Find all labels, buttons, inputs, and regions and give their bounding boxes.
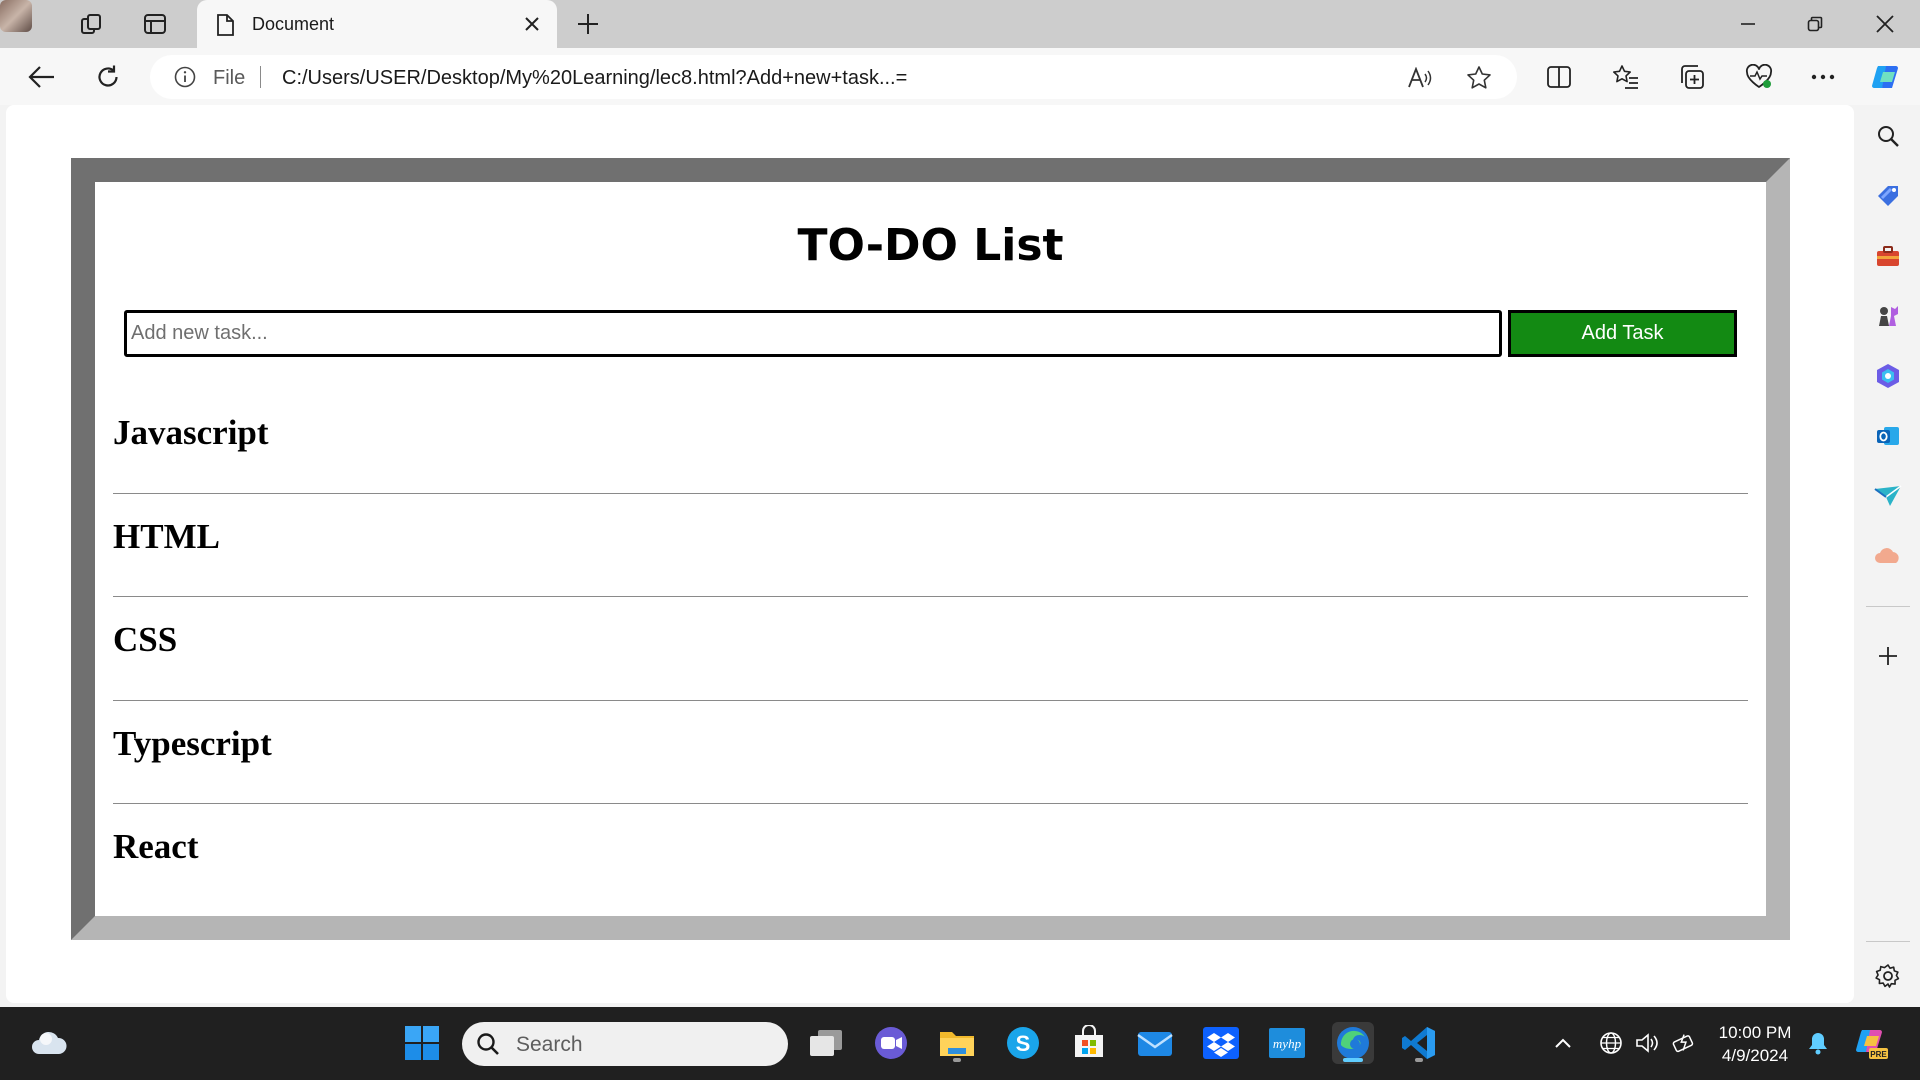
svg-text:S: S <box>1016 1031 1031 1056</box>
task-text: CSS <box>113 620 178 659</box>
clock-time: 10:00 PM <box>1718 1023 1792 1042</box>
skype-icon[interactable]: S <box>1002 1022 1044 1064</box>
task-text: Javascript <box>113 413 269 452</box>
address-divider <box>260 66 261 88</box>
running-indicator <box>953 1058 961 1062</box>
task-item: CSS <box>113 597 1748 701</box>
vertical-tabs-icon[interactable] <box>140 9 170 39</box>
workspaces-icon[interactable] <box>77 9 107 39</box>
collections-icon[interactable] <box>1675 60 1709 94</box>
browser-toolbar: File C:/Users/USER/Desktop/My%20Learning… <box>0 48 1920 105</box>
taskbar-search-placeholder: Search <box>516 1033 583 1056</box>
settings-icon[interactable] <box>1873 961 1903 991</box>
new-tab-button[interactable] <box>573 9 603 39</box>
mail-icon[interactable] <box>1134 1022 1176 1064</box>
scheme-label: File <box>213 67 246 89</box>
search-icon <box>476 1032 500 1056</box>
sidebar-divider <box>1866 606 1910 607</box>
task-item: Typescript <box>113 701 1748 804</box>
read-aloud-icon[interactable] <box>1407 65 1433 91</box>
todo-container: TO-DO List Add Task Javascript HTML CSS … <box>71 158 1790 940</box>
dropbox-icon[interactable] <box>1200 1022 1242 1064</box>
running-indicator <box>1415 1058 1423 1062</box>
task-view-icon[interactable] <box>805 1022 847 1064</box>
chess-icon[interactable] <box>1873 301 1903 331</box>
back-arrow-icon[interactable] <box>25 60 59 94</box>
copilot-pre-icon[interactable]: PRE <box>1855 1026 1889 1060</box>
toolbox-icon[interactable] <box>1873 241 1903 271</box>
myhp-icon[interactable]: myhp <box>1266 1022 1308 1064</box>
edge-icon[interactable] <box>1332 1022 1374 1064</box>
restore-icon[interactable] <box>1799 8 1831 40</box>
taskbar-search[interactable]: Search <box>462 1022 788 1066</box>
browser-tab-strip: Document <box>0 0 1920 48</box>
volume-icon[interactable] <box>1635 1030 1661 1056</box>
tab-title: Document <box>252 14 335 34</box>
favorites-icon[interactable] <box>1609 60 1643 94</box>
clock-date: 4/9/2024 <box>1721 1046 1789 1065</box>
sidebar-divider <box>1866 941 1910 942</box>
cloud-icon[interactable] <box>1873 541 1903 571</box>
windows-taskbar: Search S myhp 10:00 PM 4/9/2024 PRE <box>0 1007 1920 1080</box>
svg-text:PRE: PRE <box>1870 1050 1887 1059</box>
store-icon[interactable] <box>1068 1022 1110 1064</box>
task-text: Typescript <box>113 723 272 763</box>
minimize-icon[interactable] <box>1732 8 1764 40</box>
favorite-star-icon[interactable] <box>1466 65 1492 91</box>
bell-icon[interactable] <box>1805 1030 1831 1056</box>
system-clock[interactable]: 10:00 PM 4/9/2024 <box>1710 1021 1800 1067</box>
add-icon[interactable] <box>1873 641 1903 671</box>
start-icon[interactable] <box>401 1022 443 1064</box>
info-icon[interactable] <box>174 66 196 88</box>
close-tab-icon[interactable] <box>519 11 545 37</box>
copilot-hex-icon[interactable] <box>1873 361 1903 391</box>
profile-avatar[interactable] <box>0 0 32 32</box>
vscode-icon[interactable] <box>1398 1022 1440 1064</box>
task-item: HTML <box>113 494 1748 597</box>
refresh-icon[interactable] <box>91 60 125 94</box>
widgets-icon[interactable] <box>28 1022 70 1064</box>
chevron-up-icon[interactable] <box>1550 1030 1576 1056</box>
task-item: React <box>113 804 1748 908</box>
send-icon[interactable] <box>1873 481 1903 511</box>
add-task-button[interactable]: Add Task <box>1508 310 1737 357</box>
browser-essentials-icon[interactable] <box>1742 60 1776 94</box>
teams-icon[interactable] <box>870 1022 912 1064</box>
edge-sidebar <box>1856 105 1920 1007</box>
document-icon <box>215 14 235 36</box>
svg-text:myhp: myhp <box>1273 1036 1302 1051</box>
address-bar[interactable]: File C:/Users/USER/Desktop/My%20Learning… <box>150 55 1517 99</box>
split-screen-icon[interactable] <box>1542 60 1576 94</box>
task-item: Javascript <box>113 390 1748 494</box>
file-explorer-icon[interactable] <box>936 1022 978 1064</box>
tag-icon[interactable] <box>1873 181 1903 211</box>
page-viewport: TO-DO List Add Task Javascript HTML CSS … <box>6 105 1854 1003</box>
language-icon[interactable] <box>1598 1030 1624 1056</box>
task-text: HTML <box>113 516 220 556</box>
search-icon[interactable] <box>1873 121 1903 151</box>
url-text[interactable]: C:/Users/USER/Desktop/My%20Learning/lec8… <box>282 67 907 90</box>
active-tab[interactable]: Document <box>197 0 557 48</box>
close-window-icon[interactable] <box>1869 8 1901 40</box>
task-list: Javascript HTML CSS Typescript React <box>113 390 1748 908</box>
battery-icon[interactable] <box>1672 1030 1698 1056</box>
copilot-icon[interactable] <box>1870 60 1904 94</box>
page-title: TO-DO List <box>797 220 1064 271</box>
task-text: React <box>113 827 199 866</box>
more-options-icon[interactable] <box>1806 60 1840 94</box>
outlook-icon[interactable] <box>1873 421 1903 451</box>
new-task-input[interactable] <box>124 310 1502 357</box>
active-indicator <box>1343 1058 1363 1062</box>
